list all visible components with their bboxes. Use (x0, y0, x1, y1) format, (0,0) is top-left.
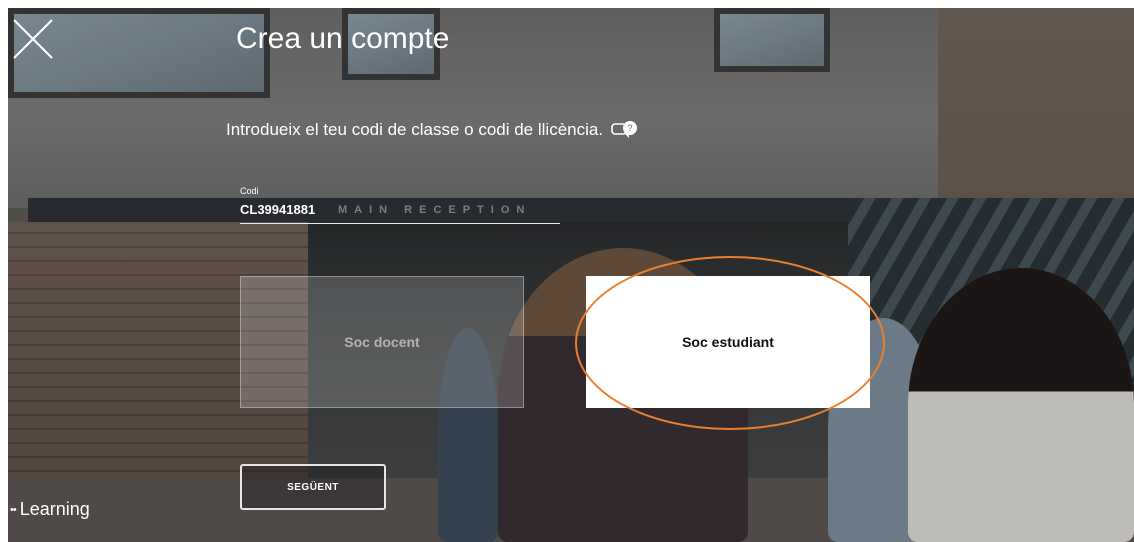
role-student-button[interactable]: Soc estudiant (586, 276, 870, 408)
code-field-label: Codi (240, 186, 259, 196)
svg-text:?: ? (628, 123, 633, 133)
role-teacher-button[interactable]: Soc docent (240, 276, 524, 408)
code-field-group: Codi (240, 186, 560, 224)
next-button-label: SEGÜENT (287, 481, 339, 493)
page-frame: MAIN RECEPTION Crea un compte Introdueix… (0, 0, 1134, 542)
instruction-text: Introdueix el teu codi de classe o codi … (226, 120, 604, 139)
help-chat-icon[interactable]: ? (611, 120, 639, 140)
role-student-label: Soc estudiant (682, 334, 774, 350)
brand-name: Learning (19, 499, 90, 519)
page-title: Crea un compte (236, 22, 450, 55)
brand-logo: •• Learning (10, 499, 90, 520)
background-photo: MAIN RECEPTION (8, 8, 1134, 542)
role-teacher-label: Soc docent (344, 334, 420, 350)
brand-dots-icon: •• (10, 503, 17, 516)
code-input[interactable] (240, 200, 560, 224)
close-button[interactable] (10, 16, 56, 62)
next-button[interactable]: SEGÜENT (240, 464, 386, 510)
instruction-row: Introdueix el teu codi de classe o codi … (226, 120, 639, 140)
close-icon (13, 19, 53, 59)
